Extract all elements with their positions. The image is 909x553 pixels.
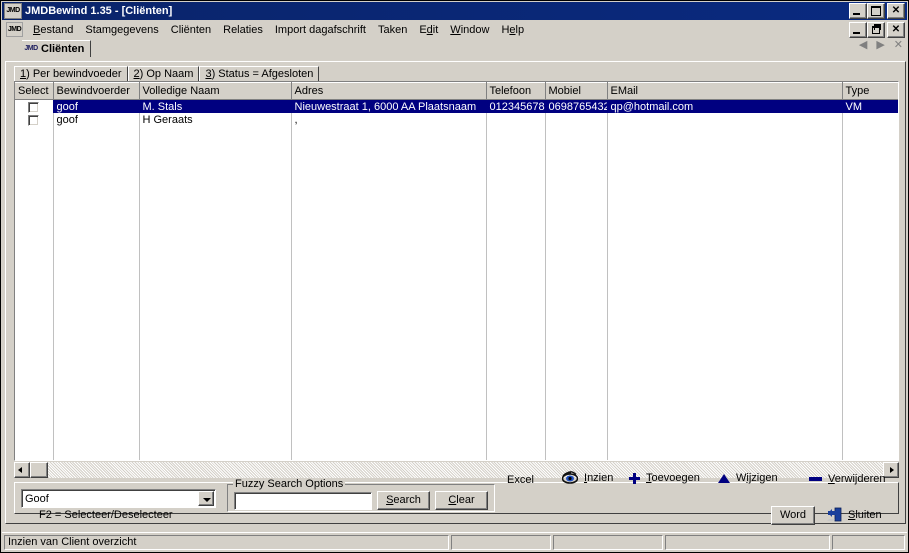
mdi-child-nav: ◀ ▶ ✕ <box>859 39 903 51</box>
tab-op-naam[interactable]: 2) Op Naam <box>127 66 200 81</box>
mdi-child-tab-clienten[interactable]: JMD Cliënten <box>22 40 92 57</box>
fuzzy-search-label: Fuzzy Search Options <box>233 478 346 490</box>
minimize-button[interactable] <box>849 3 867 19</box>
close-button[interactable]: ✕ <box>887 3 905 19</box>
cell-volledige-naam: M. Stals <box>139 99 292 113</box>
mdi-restore-button[interactable] <box>867 22 885 38</box>
menu-item-taken[interactable]: Taken <box>372 23 413 37</box>
cell-telefoon <box>486 113 546 126</box>
menu-item-clienten[interactable]: Cliënten <box>165 23 217 37</box>
cell-adres: Nieuwestraat 1, 6000 AA Plaatsnaam <box>291 99 487 113</box>
action-label-excel: Excel <box>507 474 534 486</box>
action-toevoegen[interactable]: Toevoegen <box>629 472 700 484</box>
action-excel[interactable]: Excel <box>507 474 534 486</box>
menu-item-stamgegevens[interactable]: Stamgegevens <box>79 23 164 37</box>
table-header-row: Select Bewindvoerder Volledige Naam Adre… <box>15 82 898 100</box>
cell-email <box>607 113 843 126</box>
mdi-minimize-button[interactable] <box>849 22 867 38</box>
column-header-mobiel[interactable]: Mobiel <box>545 82 608 100</box>
menu-item-bestand[interactable]: Bestand <box>27 23 79 37</box>
cell-mobiel: 0698765432 <box>545 99 608 113</box>
menu-item-import-dagafschrift[interactable]: Import dagafschrift <box>269 23 372 37</box>
mdi-child-tab-label: Cliënten <box>41 43 85 55</box>
mdi-window-controls: ✕ <box>849 22 905 38</box>
row-select-checkbox-cell[interactable] <box>15 99 54 113</box>
cell-email: qp@hotmail.com <box>607 99 843 113</box>
triangle-icon <box>718 473 730 483</box>
action-label-inzien: Inzien <box>584 471 614 484</box>
nav-next-icon[interactable]: ▶ <box>876 39 884 51</box>
cell-bewindvoerder: goof <box>53 99 140 113</box>
status-panel-5 <box>832 534 905 550</box>
menu-item-help[interactable]: Help <box>495 23 530 37</box>
status-bar: Inzien van Client overzicht <box>2 532 907 551</box>
sluiten-button[interactable]: Sluiten <box>827 507 882 522</box>
table-row[interactable]: goof H Geraats , <box>15 113 898 126</box>
cell-type <box>842 113 898 126</box>
status-panel-2 <box>451 534 551 550</box>
menu-bar: JMD Bestand Stamgegevens Cliënten Relati… <box>2 21 907 38</box>
word-button[interactable]: Word <box>771 506 815 525</box>
clients-grid[interactable]: Select Bewindvoerder Volledige Naam Adre… <box>14 81 899 461</box>
minus-icon <box>809 477 822 481</box>
menu-label-bestand: estand <box>40 23 74 36</box>
jmd-icon: JMD <box>24 45 38 52</box>
tab-per-bewindvoeder[interactable]: 1) Per bewindvoeder <box>14 66 128 81</box>
app-icon: JMD <box>4 3 22 19</box>
column-header-adres[interactable]: Adres <box>291 82 487 100</box>
tab-status-afgesloten[interactable]: 3) Status = Afgesloten <box>199 66 320 81</box>
row-select-checkbox-cell[interactable] <box>15 113 54 126</box>
application-window: JMD JMDBewind 1.35 - [Cliënten] ✕ JMD Be… <box>0 0 909 553</box>
status-message: Inzien van Client overzicht <box>4 534 449 550</box>
nav-close-icon[interactable]: ✕ <box>894 39 903 51</box>
plus-icon <box>629 472 640 484</box>
action-toolbar: Excel Inzien Toevoegen Wijzigen Verwijde… <box>1 463 908 496</box>
window-title: JMDBewind 1.35 - [Cliënten] <box>25 5 173 17</box>
tab-strip: 1) Per bewindvoeder 2) Op Naam 3) Status… <box>14 65 320 81</box>
action-verwijderen[interactable]: Verwijderen <box>809 473 885 485</box>
nav-prev-icon[interactable]: ◀ <box>859 39 867 51</box>
action-inzien[interactable]: Inzien <box>561 471 614 484</box>
action-wijzigen[interactable]: Wijzigen <box>718 472 778 484</box>
keyboard-hint: F2 = Selecteer/Deselecteer <box>39 509 173 521</box>
cell-bewindvoerder: goof <box>53 113 140 126</box>
eye-icon <box>561 471 579 484</box>
checkbox[interactable] <box>28 101 40 113</box>
status-panel-4 <box>665 534 830 550</box>
cell-telefoon: 0123456789 <box>486 99 546 113</box>
action-label-wijzigen: Wijzigen <box>736 472 778 484</box>
menu-item-edit[interactable]: Edit <box>413 23 444 37</box>
status-panel-3 <box>553 534 663 550</box>
sluiten-label: Sluiten <box>848 508 882 521</box>
column-header-volledige-naam[interactable]: Volledige Naam <box>139 82 292 100</box>
checkbox[interactable] <box>28 114 40 126</box>
clients-table: Select Bewindvoerder Volledige Naam Adre… <box>15 82 898 126</box>
grid-empty-area <box>15 125 898 460</box>
table-row[interactable]: goof M. Stals Nieuwestraat 1, 6000 AA Pl… <box>15 99 898 113</box>
maximize-button[interactable] <box>867 3 885 19</box>
client-area-panel: 1) Per bewindvoeder 2) Op Naam 3) Status… <box>5 61 906 524</box>
column-header-type[interactable]: Type <box>842 82 898 100</box>
mdi-close-button[interactable]: ✕ <box>887 22 905 38</box>
menu-item-relaties[interactable]: Relaties <box>217 23 269 37</box>
column-header-email[interactable]: EMail <box>607 82 843 100</box>
exit-door-icon <box>827 507 842 522</box>
action-label-toevoegen: Toevoegen <box>646 472 700 484</box>
column-header-select[interactable]: Select <box>15 82 54 100</box>
mdi-child-tabstrip: JMD Cliënten ◀ ▶ ✕ <box>2 38 907 58</box>
mdi-child-system-icon[interactable]: JMD <box>6 22 23 37</box>
cell-type: VM <box>842 99 898 113</box>
title-bar: JMD JMDBewind 1.35 - [Cliënten] ✕ <box>2 2 907 20</box>
cell-adres: , <box>291 113 487 126</box>
window-controls: ✕ <box>849 3 905 19</box>
action-label-verwijderen: Verwijderen <box>828 473 886 485</box>
cell-volledige-naam: H Geraats <box>139 113 292 126</box>
column-header-bewindvoerder[interactable]: Bewindvoerder <box>53 82 140 100</box>
column-header-telefoon[interactable]: Telefoon <box>486 82 546 100</box>
cell-mobiel <box>545 113 608 126</box>
menu-item-window[interactable]: Window <box>444 23 495 37</box>
